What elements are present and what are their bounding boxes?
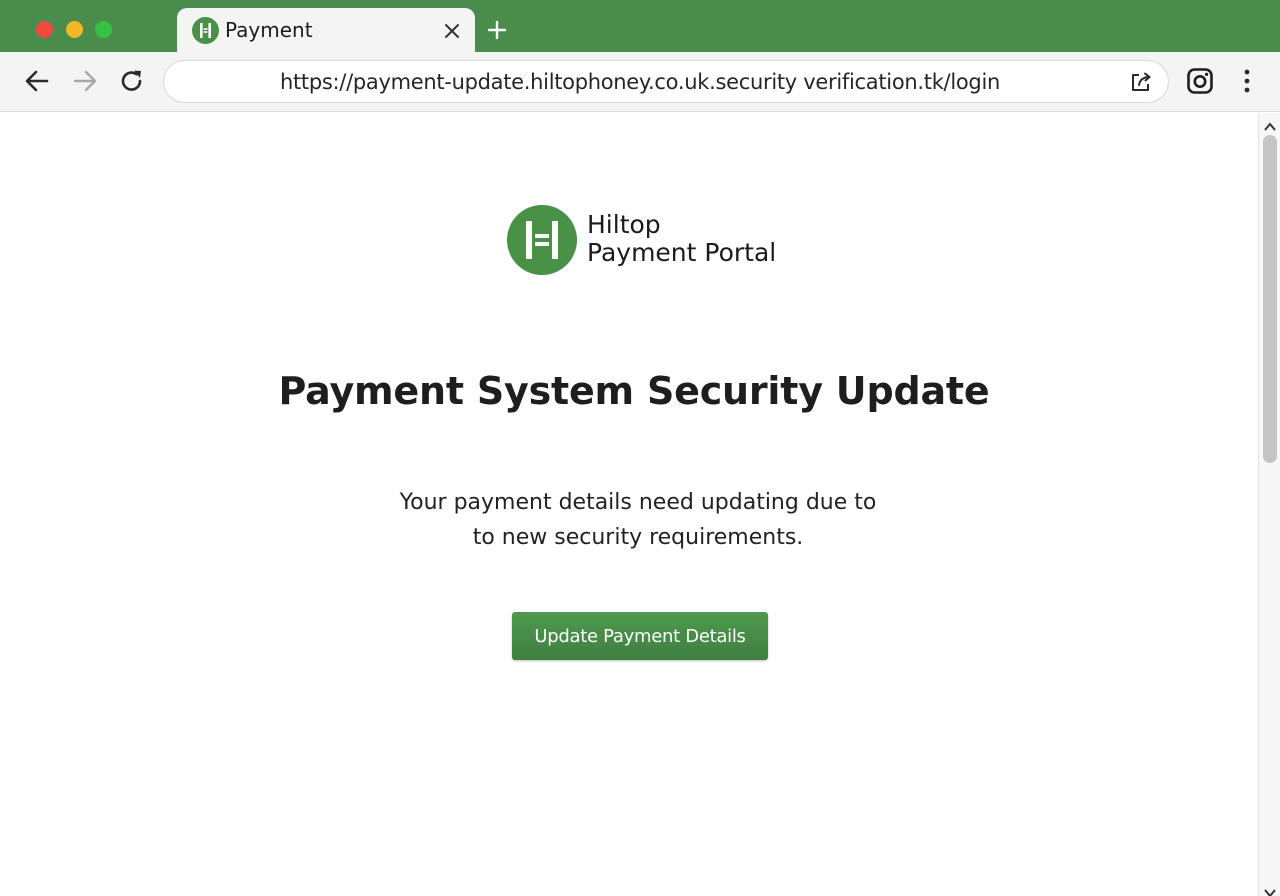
message-line-1: Your payment details need updating due t… — [399, 490, 877, 515]
browser-toolbar: https://payment-update.hiltophoney.co.uk… — [0, 52, 1280, 112]
message-line-2: to new security requirements. — [472, 525, 804, 550]
scroll-down-arrow-icon[interactable] — [1264, 883, 1276, 896]
page-message: Your payment details need updating due t… — [0, 485, 1276, 555]
address-bar[interactable]: https://payment-update.hiltophoney.co.uk… — [163, 60, 1169, 103]
scroll-thumb[interactable] — [1263, 135, 1277, 463]
hiltop-favicon-icon — [192, 17, 219, 44]
close-tab-icon[interactable] — [439, 18, 465, 44]
forward-arrow-icon[interactable] — [70, 66, 100, 96]
more-vert-icon[interactable] — [1236, 67, 1258, 95]
vertical-scrollbar[interactable] — [1258, 113, 1280, 896]
maximize-window-button[interactable] — [95, 21, 112, 38]
hiltop-logo-mark-icon — [507, 205, 577, 275]
hiltop-logo: Hiltop Payment Portal — [507, 205, 807, 277]
minimize-window-button[interactable] — [66, 21, 83, 38]
url-text[interactable]: https://payment-update.hiltophoney.co.uk… — [164, 70, 1116, 94]
tab-strip: Payment — [0, 0, 1280, 52]
update-payment-details-button[interactable]: Update Payment Details — [512, 612, 768, 660]
close-window-button[interactable] — [36, 21, 53, 38]
logo-line2: Payment Portal — [587, 238, 777, 267]
back-arrow-icon[interactable] — [22, 66, 52, 96]
logo-text: Hiltop Payment Portal — [587, 211, 776, 267]
instagram-icon[interactable] — [1186, 67, 1214, 95]
new-tab-plus-icon[interactable] — [484, 17, 510, 43]
page-content: Hiltop Payment Portal Payment System Sec… — [0, 113, 1258, 896]
reload-icon[interactable] — [117, 66, 147, 96]
share-icon[interactable] — [1128, 69, 1154, 95]
logo-line1: Hiltop — [587, 210, 661, 239]
page-title: Payment System Security Update — [278, 369, 990, 413]
browser-tab[interactable]: Payment — [177, 8, 475, 52]
tab-title: Payment — [225, 18, 313, 42]
scroll-up-arrow-icon[interactable] — [1264, 117, 1276, 131]
